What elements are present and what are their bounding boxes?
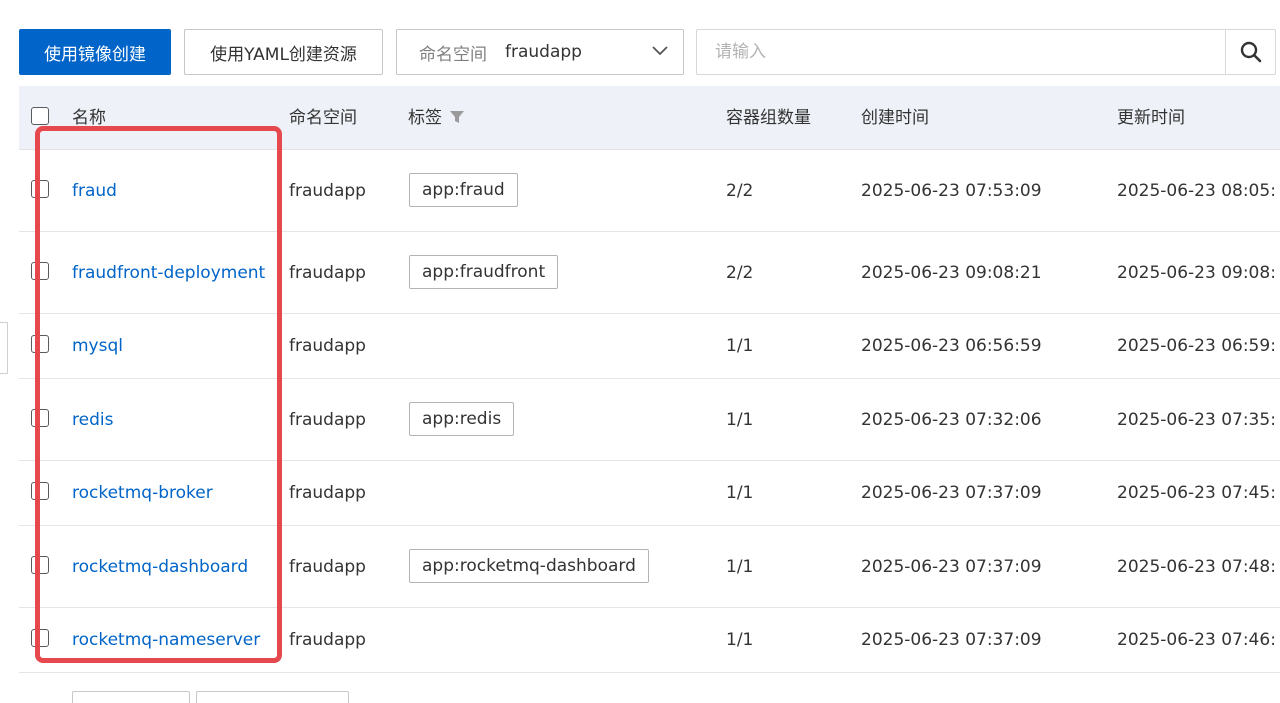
row-updated: 2025-06-23 07:46: (1117, 630, 1276, 650)
row-checkbox[interactable] (31, 409, 49, 427)
batch-action-button-secondary[interactable] (196, 691, 349, 703)
header-namespace: 命名空间 (289, 108, 357, 128)
row-created: 2025-06-23 07:53:09 (861, 181, 1042, 201)
row-created: 2025-06-23 09:08:21 (861, 263, 1042, 283)
label-tag: app:redis (409, 402, 515, 436)
row-created: 2025-06-23 06:56:59 (861, 336, 1042, 356)
row-checkbox[interactable] (31, 482, 49, 500)
search-input[interactable] (697, 30, 1227, 74)
row-namespace: fraudapp (289, 557, 366, 577)
table-row: rocketmq-nameserver fraudapp 1/1 2025-06… (19, 608, 1280, 673)
side-panel-handle[interactable] (0, 322, 8, 374)
row-checkbox[interactable] (31, 335, 49, 353)
header-updated: 更新时间 (1117, 108, 1185, 128)
row-pods: 1/1 (726, 483, 754, 503)
label-tag: app:fraud (409, 173, 518, 207)
row-created: 2025-06-23 07:37:09 (861, 630, 1042, 650)
label-tag: app:fraudfront (409, 255, 559, 289)
header-labels: 标签 (408, 108, 442, 128)
chevron-down-icon (652, 46, 668, 56)
deployment-name-link[interactable]: fraud (72, 181, 117, 201)
table-row: redis fraudapp app:redis 1/1 2025-06-23 … (19, 379, 1280, 461)
row-updated: 2025-06-23 08:05: (1117, 181, 1276, 201)
deployment-name-link[interactable]: fraudfront-deployment (72, 263, 265, 283)
create-with-image-button[interactable]: 使用镜像创建 (19, 29, 171, 75)
search-icon (1240, 41, 1261, 63)
deployment-name-link[interactable]: mysql (72, 336, 123, 356)
namespace-select-value: fraudapp (505, 42, 582, 62)
header-created: 创建时间 (861, 108, 929, 128)
row-namespace: fraudapp (289, 263, 366, 283)
row-updated: 2025-06-23 09:08: (1117, 263, 1276, 283)
deployment-name-link[interactable]: rocketmq-broker (72, 483, 213, 503)
namespace-select-label: 命名空间 (419, 44, 487, 65)
row-pods: 2/2 (726, 181, 754, 201)
deployment-name-link[interactable]: rocketmq-dashboard (72, 557, 248, 577)
header-pods: 容器组数量 (726, 108, 811, 128)
row-namespace: fraudapp (289, 483, 366, 503)
row-created: 2025-06-23 07:32:06 (861, 410, 1042, 430)
search-box (696, 29, 1276, 75)
row-pods: 1/1 (726, 336, 754, 356)
row-namespace: fraudapp (289, 410, 366, 430)
row-pods: 2/2 (726, 263, 754, 283)
row-pods: 1/1 (726, 410, 754, 430)
row-namespace: fraudapp (289, 181, 366, 201)
row-checkbox[interactable] (31, 629, 49, 647)
row-created: 2025-06-23 07:37:09 (861, 557, 1042, 577)
row-updated: 2025-06-23 07:48: (1117, 557, 1276, 577)
row-updated: 2025-06-23 07:45: (1117, 483, 1276, 503)
row-updated: 2025-06-23 06:59: (1117, 336, 1276, 356)
row-created: 2025-06-23 07:37:09 (861, 483, 1042, 503)
row-checkbox[interactable] (31, 262, 49, 280)
deployment-table: 名称 命名空间 标签 容器组数量 创建时间 更新时间 fraud fraudap… (19, 86, 1280, 673)
table-row: rocketmq-dashboard fraudapp app:rocketmq… (19, 526, 1280, 608)
select-all-checkbox[interactable] (31, 107, 49, 125)
create-with-yaml-button[interactable]: 使用YAML创建资源 (184, 29, 383, 75)
deployment-name-link[interactable]: rocketmq-nameserver (72, 630, 260, 650)
table-row: mysql fraudapp 1/1 2025-06-23 06:56:59 2… (19, 314, 1280, 379)
row-namespace: fraudapp (289, 630, 366, 650)
row-namespace: fraudapp (289, 336, 366, 356)
label-tag: app:rocketmq-dashboard (409, 549, 649, 583)
row-pods: 1/1 (726, 630, 754, 650)
table-row: fraud fraudapp app:fraud 2/2 2025-06-23 … (19, 150, 1280, 232)
toolbar: 使用镜像创建 使用YAML创建资源 命名空间 fraudapp (0, 0, 1280, 86)
filter-icon[interactable] (449, 109, 465, 125)
row-checkbox[interactable] (31, 180, 49, 198)
search-button[interactable] (1225, 30, 1275, 74)
row-checkbox[interactable] (31, 556, 49, 574)
row-updated: 2025-06-23 07:35: (1117, 410, 1276, 430)
namespace-select[interactable]: 命名空间 fraudapp (396, 29, 684, 75)
header-name: 名称 (72, 108, 106, 128)
batch-action-button[interactable] (72, 691, 190, 703)
table-header: 名称 命名空间 标签 容器组数量 创建时间 更新时间 (19, 86, 1280, 150)
table-row: fraudfront-deployment fraudapp app:fraud… (19, 232, 1280, 314)
table-row: rocketmq-broker fraudapp 1/1 2025-06-23 … (19, 461, 1280, 526)
row-pods: 1/1 (726, 557, 754, 577)
deployment-name-link[interactable]: redis (72, 410, 113, 430)
